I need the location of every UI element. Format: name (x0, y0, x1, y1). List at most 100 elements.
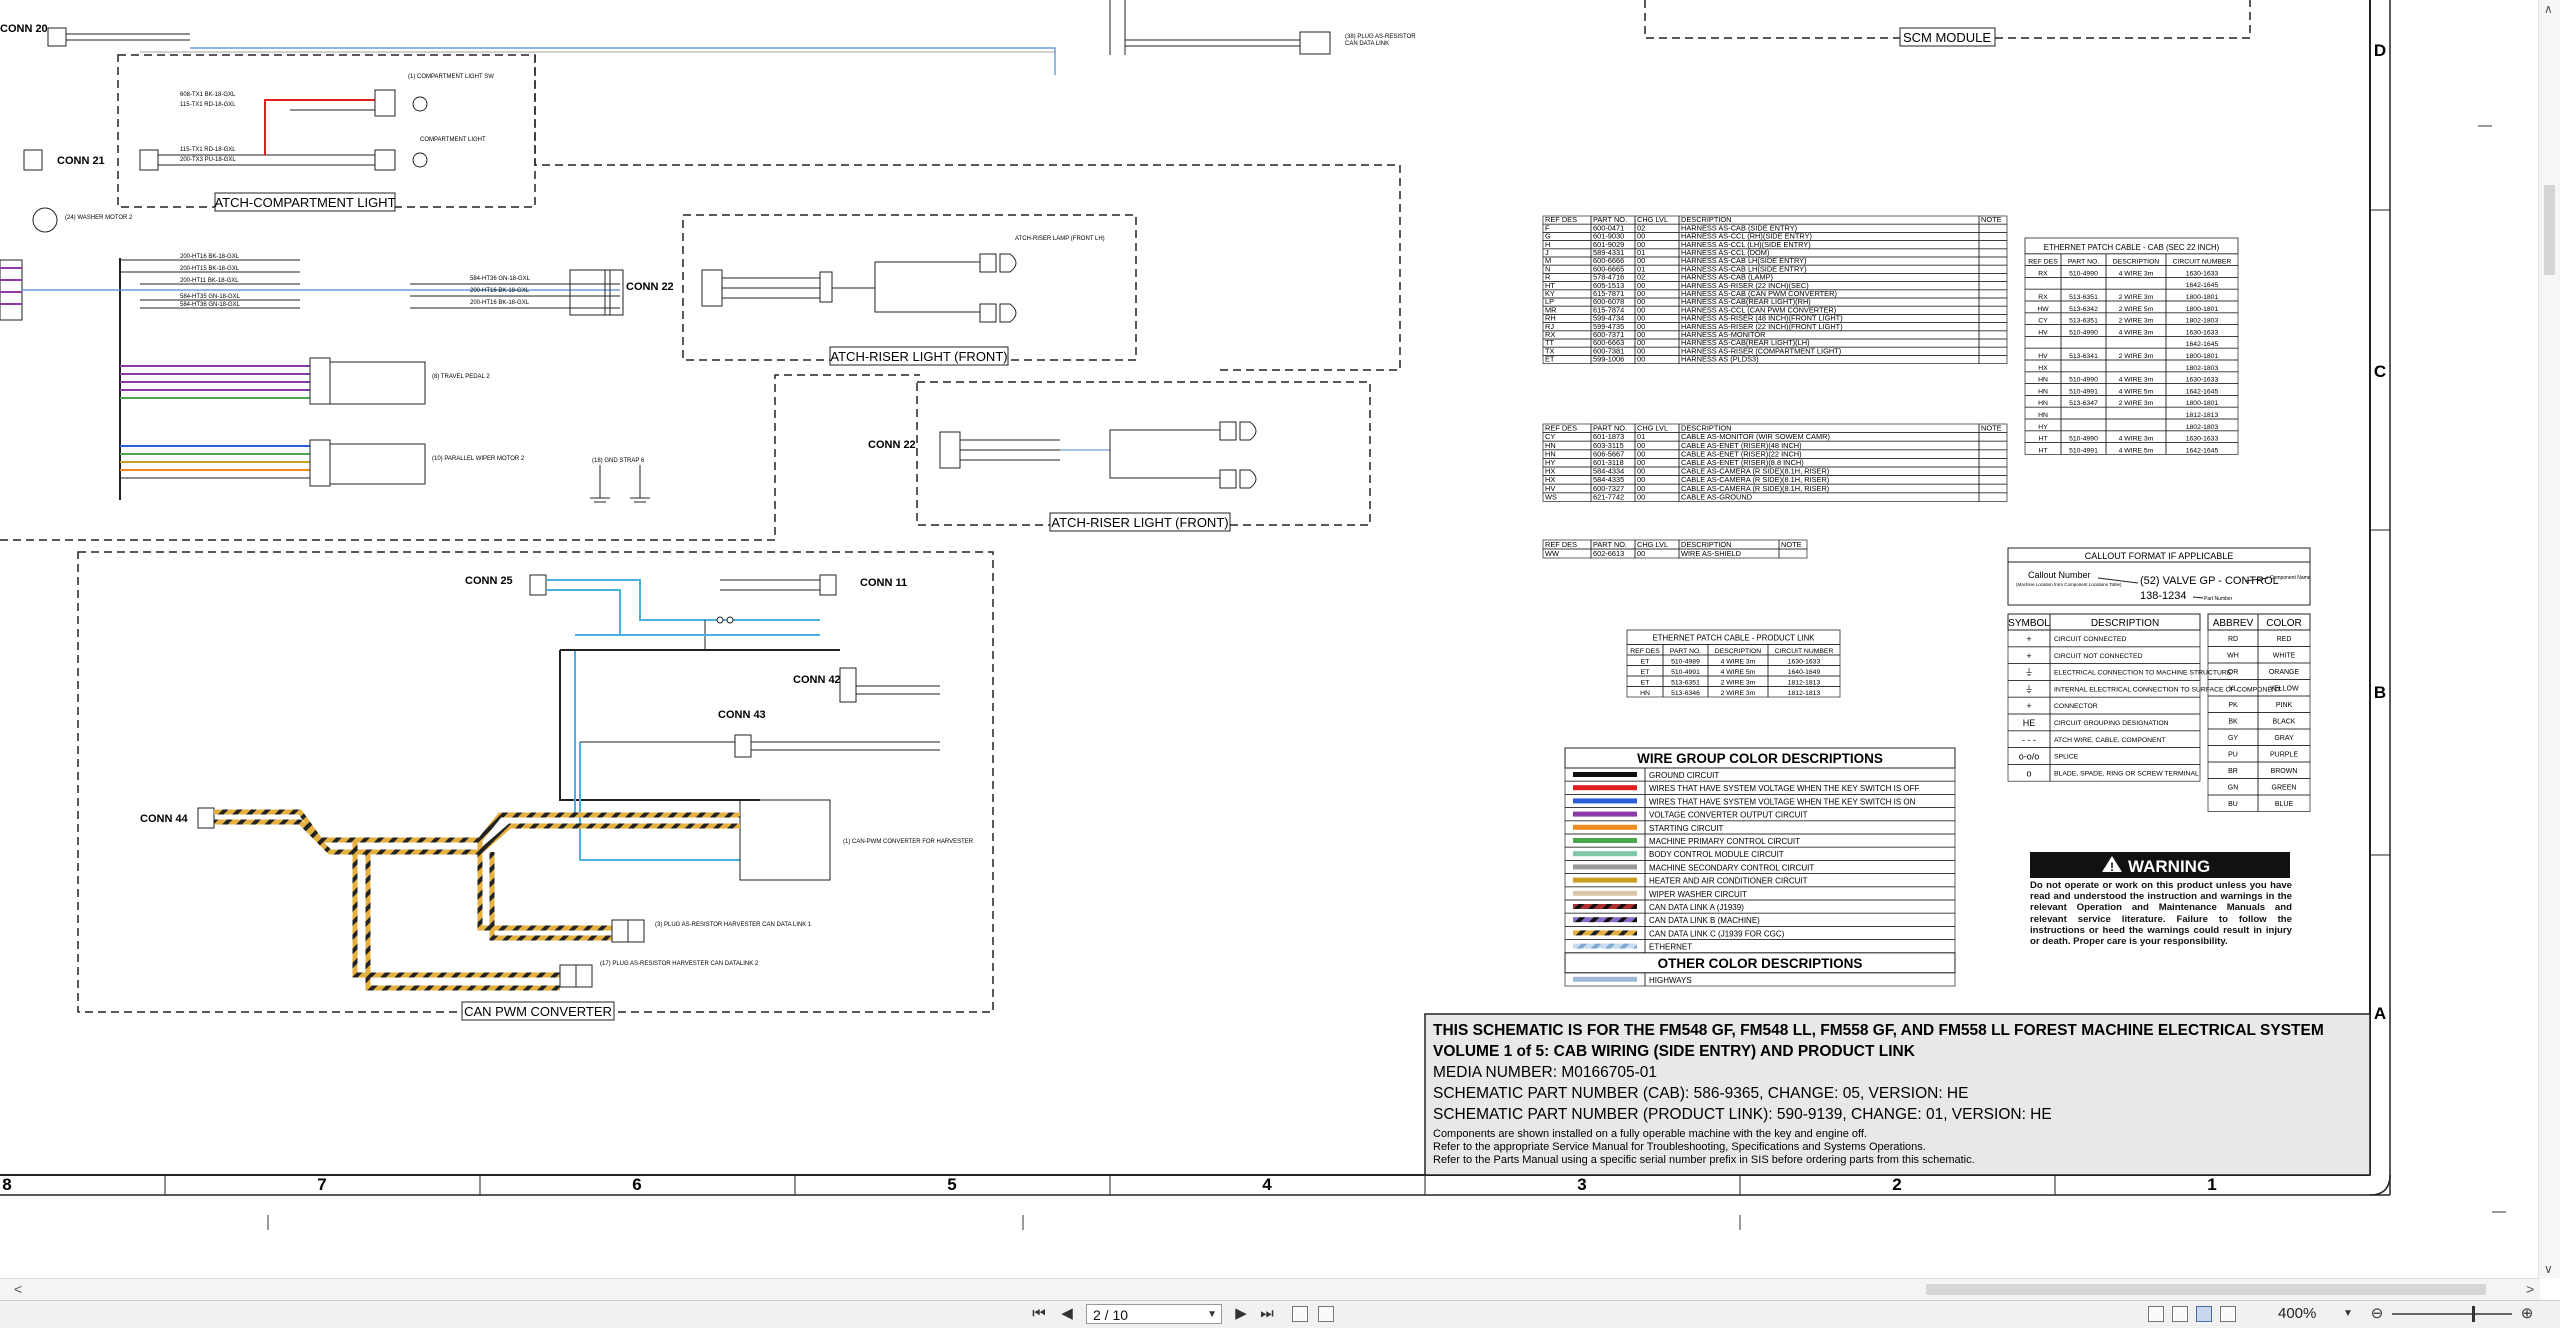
ethernet-product-link-table: ETHERNET PATCH CABLE - PRODUCT LINK REF D… (1626, 629, 1841, 698)
scroll-left-icon[interactable]: < (14, 1281, 22, 1297)
wire-color-swatch (1573, 838, 1637, 843)
wire-table-header: REF DES (1545, 540, 1577, 549)
symbol-glyph: o-o/o (2019, 752, 2040, 762)
wire-table-cell: WW (1545, 549, 1559, 558)
continuous-view-icon[interactable] (2172, 1306, 2188, 1322)
enet-cab-table-cell: 513-6351 (2069, 318, 2098, 325)
abbrev-color: GREEN (2272, 785, 2297, 792)
enet-pl-table-title: ETHERNET PATCH CABLE - PRODUCT LINK (1653, 634, 1816, 643)
page-dropdown-icon[interactable]: ▼ (1207, 1305, 1217, 1325)
symbol-description: CIRCUIT CONNECTED (2054, 636, 2126, 643)
wire-color-label: CAN DATA LINK A (J1939) (1649, 903, 1744, 912)
two-page-view-icon[interactable] (2196, 1306, 2212, 1322)
abbrev-color: RED (2277, 636, 2292, 643)
wire-color-label: HEATER AND AIR CONDITIONER CIRCUIT (1649, 877, 1808, 886)
zoom-slider-knob[interactable] (2472, 1306, 2475, 1322)
plug-res-1: (3) PLUG AS-RESISTOR HARVESTER CAN DATA … (655, 922, 812, 928)
horizontal-scroll-thumb[interactable] (1926, 1284, 2486, 1295)
abbrev-code: WH (2227, 653, 2239, 660)
grid-col-7: 7 (317, 1175, 326, 1194)
next-page-icon[interactable]: ▶ (1232, 1305, 1250, 1323)
enet-cab-table-cell: 510-4991 (2069, 447, 2098, 454)
abbrev-color: PINK (2276, 702, 2293, 709)
scm-module-label: SCM MODULE (1903, 30, 1991, 45)
enet-cab-table-cell: HW (2037, 306, 2049, 313)
wire-table-header: DESCRIPTION (1681, 540, 1732, 549)
svg-text:584-HT35 GN-18-GXL: 584-HT35 GN-18-GXL (180, 294, 241, 300)
fit-width-icon[interactable] (1318, 1306, 1334, 1322)
abbrev-code: GY (2228, 735, 2238, 742)
wire-color-label: VOLTAGE CONVERTER OUTPUT CIRCUIT (1649, 811, 1808, 820)
enet-cab-table-cell: 1800-1801 (2186, 294, 2219, 301)
single-page-view-icon[interactable] (2148, 1306, 2164, 1322)
scroll-up-icon[interactable]: ∧ (2544, 2, 2553, 16)
wire-table-header: CHG LVL (1637, 540, 1668, 549)
scroll-right-icon[interactable]: > (2526, 1281, 2534, 1297)
conn-21-label: CONN 21 (57, 155, 105, 167)
zoom-dropdown-icon[interactable]: ▼ (2342, 1305, 2354, 1323)
enet-cab-table-cell: 1630-1633 (2186, 329, 2219, 336)
symbol-description: BLADE, SPADE, RING OR SCREW TERMINAL (2054, 770, 2199, 777)
wire-color-label: WIRES THAT HAVE SYSTEM VOLTAGE WHEN THE … (1649, 797, 1916, 806)
page-number-input[interactable]: 2 / 10 ▼ (1086, 1304, 1222, 1324)
can-pwm-converter-group: CAN PWM CONVERTER CONN 25 CONN 11 CONN 4… (77, 551, 994, 1021)
title-line-2: VOLUME 1 of 5: CAB WIRING (SIDE ENTRY) A… (1433, 1043, 1916, 1060)
comp-light: COMPARTMENT LIGHT (420, 137, 486, 143)
grid-col-2: 2 (1892, 1175, 1901, 1194)
enet-cab-table-cell: 1800-1801 (2186, 306, 2219, 313)
enet-cab-table-cell: 1642-1645 (2186, 341, 2219, 348)
symbol-glyph: + (2026, 634, 2031, 644)
grid-col-3: 3 (1577, 1175, 1586, 1194)
abbrev-code: YL (2229, 686, 2238, 693)
enet-cab-table-cell: HN (2038, 377, 2048, 384)
zoom-out-icon[interactable]: ⊖ (2368, 1305, 2386, 1323)
callout-part: Part Number (2204, 596, 2233, 602)
wire-color-swatch (1573, 785, 1637, 791)
cable-table-cell: 621-7742 (1593, 492, 1624, 501)
warning-title: WARNING (2128, 857, 2210, 876)
enet-cab-table-cell: 2 WIRE 3m (2119, 353, 2154, 360)
last-page-icon[interactable]: ⏭ (1258, 1305, 1276, 1323)
callout-example-1: (52) VALVE GP - CONTROL (2140, 575, 2279, 587)
enet-pl-table-cell: 1812-1813 (1788, 680, 1821, 687)
scroll-down-icon[interactable]: ∨ (2544, 1262, 2553, 1276)
enet-cab-table-cell: 4 WIRE 3m (2119, 377, 2154, 384)
vertical-scrollbar[interactable]: ∧ ∨ (2538, 0, 2560, 1278)
horizontal-scrollbar[interactable]: < > (0, 1278, 2540, 1301)
fit-page-icon[interactable] (1292, 1306, 1308, 1322)
harness-table-cell: HARNESS AS (PLDS3) (1681, 355, 1759, 364)
harness-table-header: REF DES (1545, 215, 1577, 224)
two-page-continuous-icon[interactable] (2220, 1306, 2236, 1322)
comp-light-sw: (1) COMPARTMENT LIGHT SW (408, 74, 494, 80)
grid-col-8: 8 (2, 1175, 11, 1194)
cable-table-cell: 00 (1637, 492, 1645, 501)
wire-color-label: BODY CONTROL MODULE CIRCUIT (1649, 850, 1784, 859)
svg-text:115-TX1 RD-18-GXL: 115-TX1 RD-18-GXL (180, 147, 236, 153)
enet-cab-table-cell: 1800-1801 (2186, 400, 2219, 407)
gnd-strap: (18) GND STRAP 6 (592, 458, 645, 464)
wire-color-swatch (1573, 890, 1637, 896)
enet-cab-table-cell: 4 WIRE 5m (2119, 447, 2154, 454)
zoom-slider[interactable] (2392, 1306, 2512, 1322)
wire-color-swatch (1573, 976, 1637, 982)
enet-cab-table-cell: 4 WIRE 3m (2119, 436, 2154, 443)
enet-cab-table-cell: 510-4991 (2069, 388, 2098, 395)
callout-title: CALLOUT FORMAT IF APPLICABLE (2085, 551, 2234, 561)
vertical-scroll-thumb[interactable] (2544, 185, 2555, 275)
note-1: Components are shown installed on a full… (1433, 1128, 1867, 1140)
abbrev-color: ORANGE (2269, 669, 2300, 676)
abbrev-code: RD (2228, 636, 2238, 643)
callout-sub: (Machine Location from Component Locatio… (2016, 582, 2122, 587)
first-page-icon[interactable]: ⏮ (1030, 1305, 1048, 1323)
zoom-in-icon[interactable]: ⊕ (2518, 1305, 2536, 1323)
prev-page-icon[interactable]: ◀ (1058, 1305, 1076, 1323)
wire-color-swatch (1573, 864, 1637, 870)
zoom-level[interactable]: 400% (2278, 1305, 2316, 1322)
wire-group-color-table: WIRE GROUP COLOR DESCRIPTIONS GROUND CIRC… (1564, 747, 1956, 987)
atch-riser-1-label: ATCH-RISER LIGHT (FRONT) (830, 349, 1007, 364)
grid-row-C: C (2374, 362, 2386, 381)
symbols-header: DESCRIPTION (2091, 618, 2159, 629)
wire-color-label: ETHERNET (1649, 943, 1692, 952)
enet-cab-table-cell: 2 WIRE 5m (2119, 306, 2154, 313)
wire-table-header: PART NO. (1593, 540, 1627, 549)
